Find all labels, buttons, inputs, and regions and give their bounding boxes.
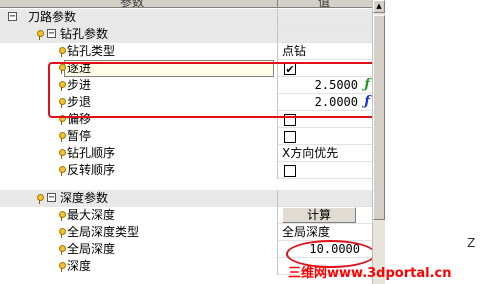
param-row-max-depth[interactable]: 最大深度 计算 — [0, 207, 372, 224]
param-pin-icon — [59, 47, 66, 57]
param-value-cell[interactable]: X方向优先 — [278, 145, 372, 162]
param-label: 钻孔类型 — [67, 44, 116, 58]
param-row-global-depth-type[interactable]: 全局深度类型 全局深度 — [0, 224, 372, 241]
param-row-drill-type[interactable]: 钻孔类型 点钻 — [0, 43, 372, 60]
reverse-order-checkbox[interactable] — [284, 165, 296, 177]
param-row-drill-order[interactable]: 钻孔顺序 X方向优先 — [0, 145, 372, 162]
collapse-toggle-icon[interactable]: − — [47, 29, 56, 39]
group-row-toolpath-params[interactable]: − 刀路参数 — [0, 9, 372, 26]
group-row-depth-params[interactable]: − 深度参数 — [0, 190, 372, 207]
group-name-cell: − 钻孔参数 — [0, 26, 278, 43]
param-name-cell: 全局深度类型 — [0, 224, 278, 241]
scroll-thumb[interactable] — [373, 15, 385, 220]
watermark: 三维网www.3dportal.cn — [288, 266, 452, 281]
dwell-checkbox[interactable] — [284, 131, 296, 143]
param-name-cell: 钻孔顺序 — [0, 145, 278, 162]
param-value-cell[interactable]: 计算 — [278, 207, 372, 224]
param-column-header[interactable]: 参数 — [0, 0, 278, 9]
param-name-cell: 深度 — [0, 258, 278, 275]
param-row-reverse-order[interactable]: 反转顺序 — [0, 162, 372, 179]
param-name-cell: 反转顺序 — [0, 162, 278, 179]
group-label: 深度参数 — [60, 191, 109, 205]
group-row-drill-params[interactable]: − 钻孔参数 — [0, 26, 372, 43]
param-label: 钻孔顺序 — [67, 146, 116, 160]
calculate-button[interactable]: 计算 — [282, 207, 356, 223]
param-pin-icon — [59, 245, 66, 255]
param-value: 全局深度 — [282, 225, 331, 239]
param-name-cell: 全局深度 — [0, 241, 278, 258]
parameter-grid: 参数 值 − 刀路参数 − 钻孔参数 钻孔类型 点钻 逐进 ✔ 步进 2.500… — [0, 0, 372, 284]
param-value-cell[interactable]: 全局深度 — [278, 224, 372, 241]
param-label: 最大深度 — [67, 208, 116, 222]
group-name-cell: − 刀路参数 — [0, 9, 278, 26]
param-value: X方向优先 — [282, 146, 339, 160]
collapse-toggle-icon[interactable]: − — [8, 12, 17, 22]
param-label: 暂停 — [67, 129, 92, 143]
param-value-cell[interactable] — [278, 128, 372, 145]
param-pin-icon — [59, 166, 66, 176]
z-axis-label: Z — [467, 236, 476, 250]
param-value-cell[interactable]: 点钻 — [278, 43, 372, 60]
graphics-viewport[interactable]: Z — [385, 0, 483, 284]
param-value: 点钻 — [282, 44, 307, 58]
param-pin-icon — [37, 30, 44, 40]
param-pin-icon — [59, 262, 66, 272]
param-pin-icon — [59, 132, 66, 142]
vertical-scrollbar[interactable]: ▲ — [372, 0, 385, 284]
param-value-cell[interactable] — [278, 162, 372, 179]
param-label: 深度 — [67, 259, 92, 273]
value-column-header[interactable]: 值 — [278, 0, 372, 9]
highlight-box — [48, 62, 372, 118]
param-pin-icon — [59, 228, 66, 238]
param-pin-icon — [37, 194, 44, 204]
collapse-toggle-icon[interactable]: − — [47, 193, 56, 203]
param-name-cell: 暂停 — [0, 128, 278, 145]
param-label: 全局深度类型 — [67, 225, 140, 239]
param-name-cell: 最大深度 — [0, 207, 278, 224]
param-pin-icon — [59, 211, 66, 221]
scroll-up-arrow-icon[interactable]: ▲ — [373, 0, 385, 13]
param-row-dwell[interactable]: 暂停 — [0, 128, 372, 145]
param-pin-icon — [59, 149, 66, 159]
group-name-cell: − 深度参数 — [0, 190, 278, 207]
group-label: 刀路参数 — [28, 10, 77, 24]
param-label: 反转顺序 — [67, 163, 116, 177]
param-name-cell: 钻孔类型 — [0, 43, 278, 60]
param-label: 全局深度 — [67, 242, 116, 256]
group-label: 钻孔参数 — [60, 27, 109, 41]
